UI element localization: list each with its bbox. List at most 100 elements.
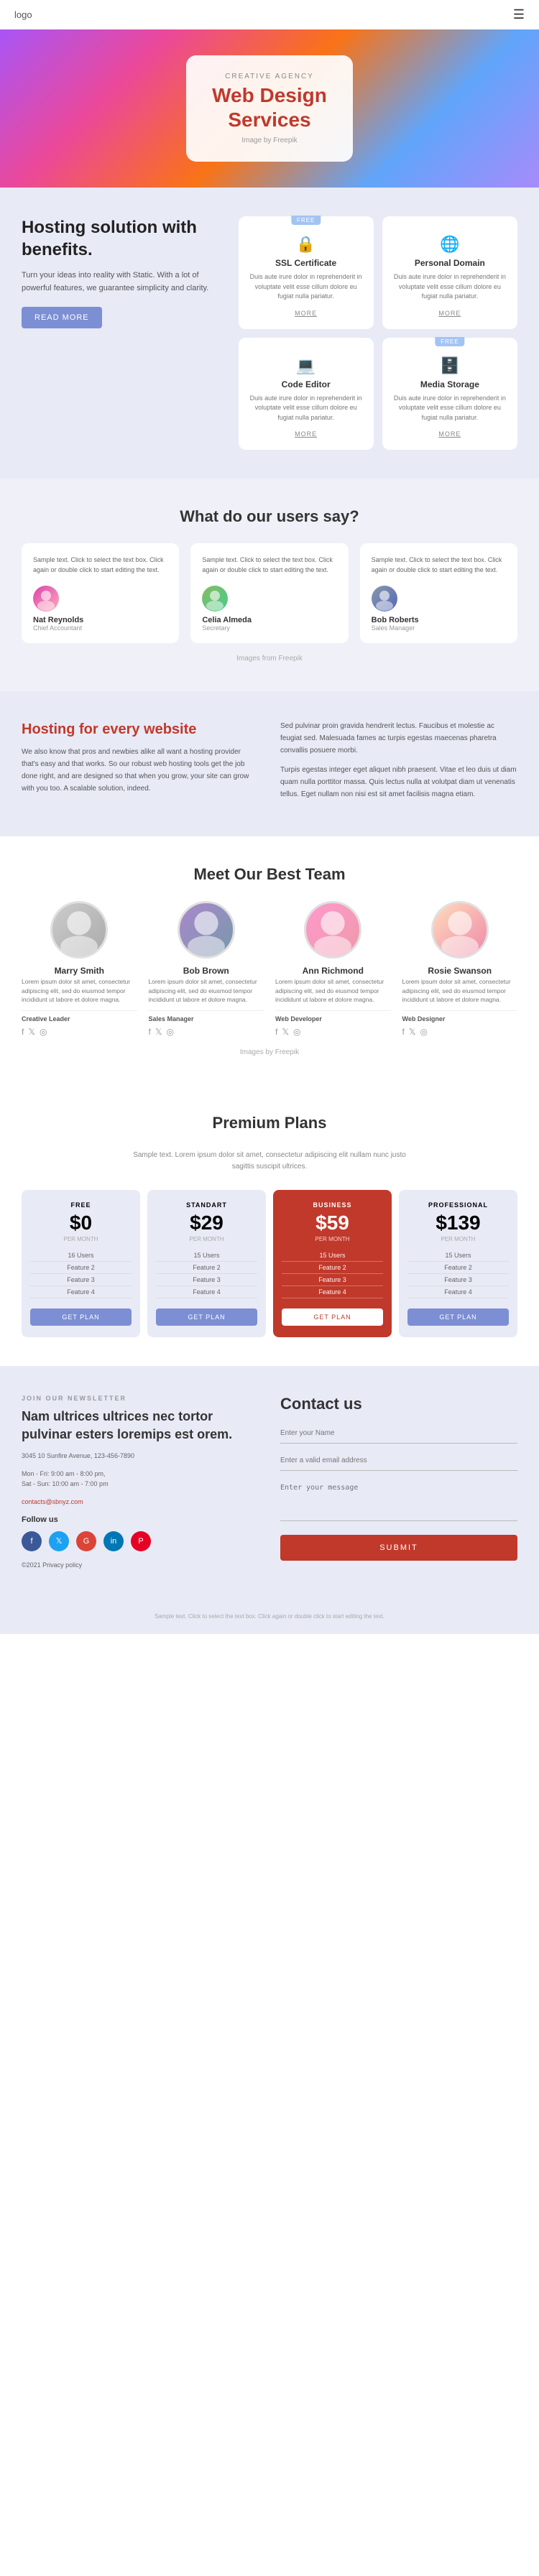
social-row: f 𝕏 G in P	[22, 1531, 259, 1551]
testimonial-card-2: Sample text. Click to select the text bo…	[360, 543, 517, 643]
google-icon[interactable]: G	[76, 1531, 96, 1551]
plan-feature: 15 Users	[407, 1250, 509, 1262]
facebook-icon[interactable]: f	[22, 1531, 42, 1551]
contact-message-input[interactable]	[280, 1478, 517, 1521]
ssl-more-link[interactable]: MORE	[295, 310, 317, 317]
testimonial-card-1: Sample text. Click to select the text bo…	[190, 543, 348, 643]
domain-desc: Duis aute irure dolor in reprehenderit i…	[392, 272, 507, 302]
plan-period: PER MONTH	[30, 1236, 132, 1242]
plan-feature: Feature 2	[282, 1262, 383, 1274]
plan-price: $59	[282, 1211, 383, 1234]
ssl-desc: Duis aute irure dolor in reprehenderit i…	[249, 272, 364, 302]
plan-feature: Feature 3	[156, 1274, 257, 1286]
hamburger-icon[interactable]: ☰	[513, 7, 525, 22]
testimonials-title: What do our users say?	[22, 507, 517, 526]
team-fb-icon[interactable]: f	[275, 1027, 277, 1037]
get-plan-button[interactable]: GET PLAN	[156, 1308, 257, 1326]
team-name: Bob Brown	[149, 966, 264, 976]
testimonial-card-0: Sample text. Click to select the text bo…	[22, 543, 179, 643]
team-name: Rosie Swanson	[402, 966, 518, 976]
testimonial-name: Bob Roberts	[372, 616, 506, 624]
newsletter-hours: Mon - Fri: 9:00 am - 8:00 pm, Sat - Sun:…	[22, 1469, 259, 1490]
team-tw-icon[interactable]: 𝕏	[282, 1027, 289, 1037]
hosting-features-grid: FREE 🔒 SSL Certificate Duis aute irure d…	[239, 216, 518, 450]
hero-image-credit: Image by Freepik	[212, 137, 327, 144]
editor-more-link[interactable]: MORE	[295, 430, 317, 438]
hosting-every-left: Hosting for every website We also know t…	[22, 720, 259, 795]
free-badge: FREE	[291, 216, 321, 225]
plan-feature: 15 Users	[156, 1250, 257, 1262]
newsletter-heading: Nam ultrices ultrices nec tortor pulvina…	[22, 1408, 259, 1444]
plan-type: STANDART	[156, 1201, 257, 1209]
contact-column: Contact us SUBMIT	[280, 1395, 517, 1577]
hosting-every-para2: Turpis egestas integer eget aliquet nibh…	[280, 764, 517, 800]
team-ig-icon[interactable]: ◎	[293, 1027, 300, 1037]
team-ig-icon[interactable]: ◎	[40, 1027, 47, 1037]
newsletter-address: 3045 10 Sunfire Avenue, 123-456-7890	[22, 1451, 259, 1461]
submit-button[interactable]: SUBMIT	[280, 1535, 517, 1561]
linkedin-icon[interactable]: in	[103, 1531, 124, 1551]
newsletter-column: JOIN OUR NEWSLETTER Nam ultrices ultrice…	[22, 1395, 259, 1577]
storage-more-link[interactable]: MORE	[438, 430, 461, 438]
team-social-icons: f 𝕏 ◎	[275, 1027, 391, 1037]
plan-feature: 15 Users	[282, 1250, 383, 1262]
plan-features-list: 16 UsersFeature 2Feature 3Feature 4	[30, 1250, 132, 1298]
plan-period: PER MONTH	[282, 1236, 383, 1242]
twitter-icon[interactable]: 𝕏	[49, 1531, 69, 1551]
storage-desc: Duis aute irure dolor in reprehenderit i…	[392, 394, 507, 423]
plan-feature: Feature 4	[282, 1286, 383, 1298]
plan-card-free: FREE $0 PER MONTH 16 UsersFeature 2Featu…	[22, 1190, 140, 1337]
header: logo ☰	[0, 0, 539, 29]
hosting-every-section: Hosting for every website We also know t…	[0, 691, 539, 836]
copyright: ©2021 Privacy policy	[22, 1560, 259, 1570]
domain-more-link[interactable]: MORE	[438, 310, 461, 317]
newsletter-email[interactable]: contacts@sbnyz.com	[22, 1497, 259, 1507]
plan-feature: Feature 3	[282, 1274, 383, 1286]
team-fb-icon[interactable]: f	[149, 1027, 151, 1037]
hosting-section: Hosting solution with benefits. Turn you…	[0, 188, 539, 479]
team-ig-icon[interactable]: ◎	[420, 1027, 428, 1037]
hosting-every-heading: Hosting for every website	[22, 720, 259, 739]
hero-card: CREATIVE AGENCY Web Design Services Imag…	[186, 55, 353, 161]
pinterest-icon[interactable]: P	[131, 1531, 151, 1551]
footer-note: Sample text. Click to select the text bo…	[0, 1606, 539, 1634]
get-plan-button[interactable]: GET PLAN	[407, 1308, 509, 1326]
team-social-icons: f 𝕏 ◎	[402, 1027, 518, 1037]
testimonial-text: Sample text. Click to select the text bo…	[372, 555, 506, 576]
team-social-icons: f 𝕏 ◎	[22, 1027, 137, 1037]
team-name: Ann Richmond	[275, 966, 391, 976]
hosting-left: Hosting solution with benefits. Turn you…	[22, 216, 221, 328]
plan-price: $29	[156, 1211, 257, 1234]
team-fb-icon[interactable]: f	[402, 1027, 405, 1037]
read-more-button[interactable]: READ MORE	[22, 307, 102, 328]
team-role-label: Web Designer	[402, 1010, 518, 1022]
feature-card-domain: 🌐 Personal Domain Duis aute irure dolor …	[382, 216, 517, 329]
plan-card-business: BUSINESS $59 PER MONTH 15 UsersFeature 2…	[273, 1190, 392, 1337]
get-plan-button[interactable]: GET PLAN	[282, 1308, 383, 1326]
team-ig-icon[interactable]: ◎	[167, 1027, 174, 1037]
team-tw-icon[interactable]: 𝕏	[155, 1027, 162, 1037]
plan-feature: Feature 4	[407, 1286, 509, 1298]
plan-type: PROFESSIONAL	[407, 1201, 509, 1209]
hero-subtitle: CREATIVE AGENCY	[212, 73, 327, 80]
team-fb-icon[interactable]: f	[22, 1027, 24, 1037]
testimonials-section: What do our users say? Sample text. Clic…	[0, 479, 539, 691]
team-desc: Lorem ipsum dolor sit amet, consectetur …	[275, 977, 391, 1005]
team-role-label: Sales Manager	[149, 1010, 264, 1022]
plan-features-list: 15 UsersFeature 2Feature 3Feature 4	[282, 1250, 383, 1298]
feature-card-editor: 💻 Code Editor Duis aute irure dolor in r…	[239, 338, 374, 451]
get-plan-button[interactable]: GET PLAN	[30, 1308, 132, 1326]
team-desc: Lorem ipsum dolor sit amet, consectetur …	[402, 977, 518, 1005]
contact-name-input[interactable]	[280, 1423, 517, 1444]
plan-feature: Feature 3	[30, 1274, 132, 1286]
team-tw-icon[interactable]: 𝕏	[28, 1027, 35, 1037]
contact-email-input[interactable]	[280, 1451, 517, 1471]
team-tw-icon[interactable]: 𝕏	[409, 1027, 416, 1037]
editor-icon: 💻	[249, 356, 364, 375]
bottom-section: JOIN OUR NEWSLETTER Nam ultrices ultrice…	[0, 1366, 539, 1606]
plan-type: FREE	[30, 1201, 132, 1209]
team-card-1: Bob Brown Lorem ipsum dolor sit amet, co…	[149, 901, 264, 1037]
plan-feature: Feature 4	[30, 1286, 132, 1298]
plan-card-professional: PROFESSIONAL $139 PER MONTH 15 UsersFeat…	[399, 1190, 517, 1337]
storage-title: Media Storage	[392, 379, 507, 389]
